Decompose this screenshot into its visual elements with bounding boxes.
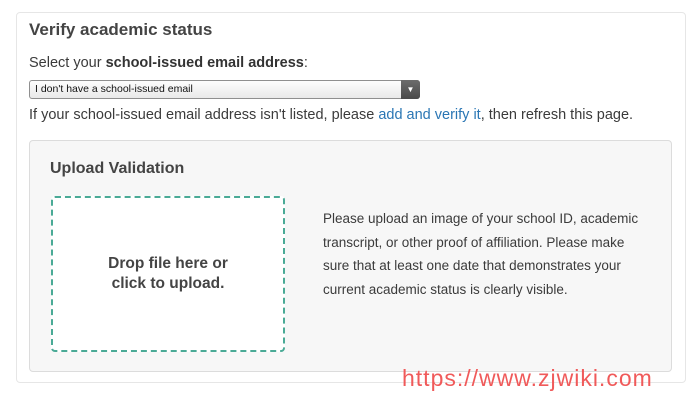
select-label-prefix: Select your — [29, 55, 106, 71]
file-dropzone[interactable]: Drop file here or click to upload. — [51, 196, 285, 352]
upload-validation-panel: Upload Validation Drop file here or clic… — [29, 140, 672, 372]
watermark-text: https://www.zjwiki.com — [402, 365, 653, 391]
chevron-down-icon[interactable]: ▼ — [401, 80, 420, 99]
verify-academic-status-card: Verify academic status Select your schoo… — [16, 12, 686, 383]
select-label: Select your school-issued email address: — [29, 55, 308, 71]
dropzone-line-2: click to upload. — [111, 275, 225, 292]
hint-prefix: If your school-issued email address isn'… — [29, 107, 379, 123]
dropzone-line-1: Drop file here or — [108, 255, 228, 272]
upload-title: Upload Validation — [50, 160, 185, 177]
card-title: Verify academic status — [29, 20, 213, 39]
school-email-select-value: I don't have a school-issued email — [35, 83, 193, 95]
select-label-bold: school-issued email address — [105, 55, 304, 71]
add-and-verify-link[interactable]: add and verify it — [378, 107, 480, 123]
select-label-suffix: : — [303, 55, 308, 71]
school-email-select[interactable]: I don't have a school-issued email ▼ — [29, 80, 420, 99]
hint-suffix: , then refresh this page. — [480, 107, 634, 123]
dropzone-text: Drop file here or click to upload. — [108, 254, 228, 294]
upload-instructions: Please upload an image of your school ID… — [323, 211, 639, 297]
email-hint: If your school-issued email address isn'… — [29, 107, 633, 123]
